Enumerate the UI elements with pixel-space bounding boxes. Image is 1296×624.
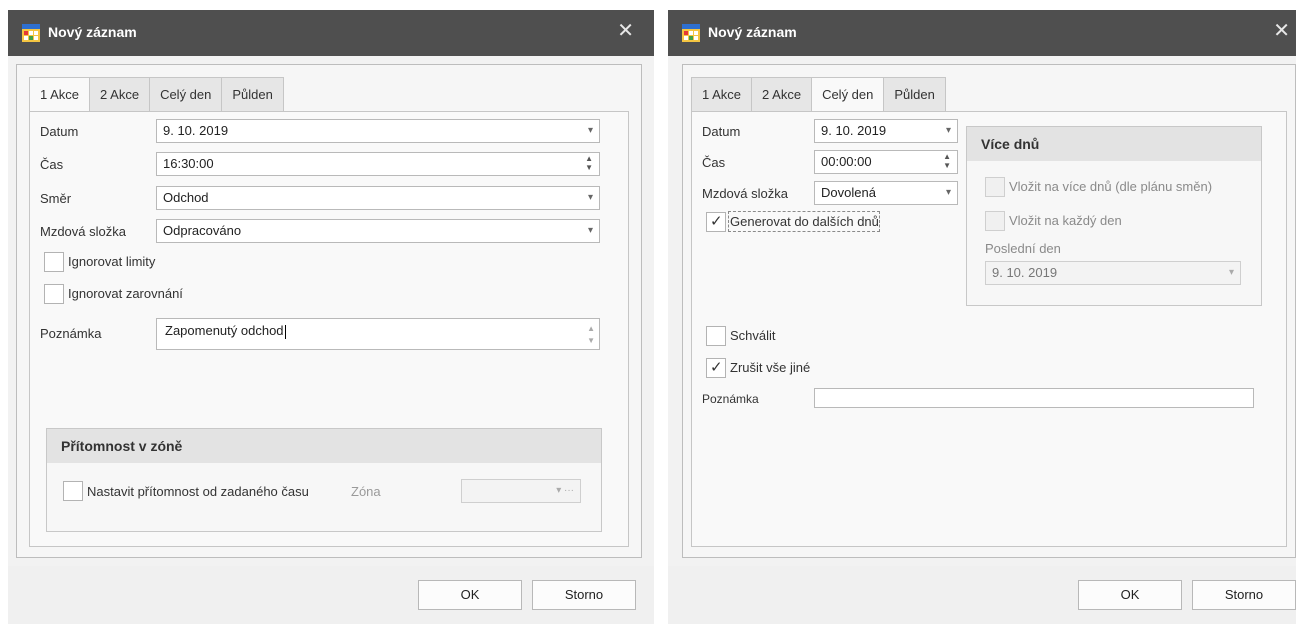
nastavit-pritomnost-checkbox[interactable] <box>63 481 83 501</box>
mzdova-slozka-value: Odpracováno <box>163 223 242 238</box>
mzdova-slozka-label: Mzdová složka <box>702 186 788 201</box>
nastavit-pritomnost-label[interactable]: Nastavit přítomnost od zadaného času <box>87 484 309 499</box>
zrusit-checkbox[interactable]: ✓ <box>706 358 726 378</box>
datum-label: Datum <box>40 124 79 139</box>
schvalit-checkbox[interactable] <box>706 326 726 346</box>
poznamka-input[interactable] <box>814 388 1254 408</box>
right-tab-strip: 1 Akce 2 Akce Celý den Půlden <box>691 77 946 113</box>
pritomnost-group: Přítomnost v zóně Nastavit přítomnost od… <box>46 428 602 532</box>
poznamka-label: Poznámka <box>702 392 759 406</box>
calendar-grid-icon <box>682 24 700 42</box>
zona-buttons-icon[interactable]: ▾ ··· <box>556 480 574 502</box>
vlozit-plan-label[interactable]: Vložit na více dnů (dle plánu směn) <box>1009 179 1212 194</box>
calendar-grid-icon <box>22 24 40 42</box>
mzdova-slozka-dropdown[interactable]: Dovolená ▾ <box>814 181 958 205</box>
ignorovat-zarovnani-checkbox[interactable] <box>44 284 64 304</box>
poznamka-label: Poznámka <box>40 326 102 341</box>
generovat-label[interactable]: Generovat do dalších dnů <box>728 211 880 232</box>
ignorovat-zarovnani-label[interactable]: Ignorovat zarovnání <box>68 286 183 301</box>
mzdova-slozka-dropdown[interactable]: Odpracováno ▾ <box>156 219 600 243</box>
posledni-den-value: 9. 10. 2019 <box>992 265 1058 280</box>
datum-value: 9. 10. 2019 <box>163 123 229 138</box>
datum-dropdown[interactable]: 9. 10. 2019 ▾ <box>156 119 600 143</box>
datum-dropdown[interactable]: 9. 10. 2019 ▾ <box>814 119 958 143</box>
chevron-down-icon[interactable]: ▾ <box>588 187 593 209</box>
pritomnost-group-title: Přítomnost v zóně <box>47 429 601 463</box>
left-dialog-titlebar: Nový záznam ✕ <box>8 10 654 56</box>
vice-dnu-group: Více dnů Vložit na více dnů (dle plánu s… <box>966 126 1262 306</box>
smer-value: Odchod <box>163 190 209 205</box>
cas-spinner[interactable]: 00:00:00 ▲ ▼ <box>814 150 958 174</box>
dialog-title: Nový záznam <box>708 24 797 40</box>
cas-value: 16:30:00 <box>163 156 214 171</box>
check-icon: ✓ <box>710 359 723 376</box>
tab-pulden[interactable]: Půlden <box>221 77 284 111</box>
left-dialog: Nový záznam ✕ 1 Akce 2 Akce Celý den Půl… <box>8 10 654 566</box>
poznamka-value: Zapomenutý odchod <box>165 323 284 338</box>
zrusit-label[interactable]: Zrušit vše jiné <box>730 360 810 375</box>
tab-1-akce[interactable]: 1 Akce <box>29 77 91 113</box>
posledni-den-label: Poslední den <box>985 241 1061 256</box>
right-button-strip: OK Storno <box>668 566 1296 624</box>
tab-cely-den[interactable]: Celý den <box>149 77 223 111</box>
tab-2-akce[interactable]: 2 Akce <box>751 77 813 111</box>
chevron-down-icon[interactable]: ▾ <box>1229 262 1234 284</box>
right-dialog: Nový záznam ✕ 1 Akce 2 Akce Celý den Půl… <box>668 10 1296 566</box>
datum-value: 9. 10. 2019 <box>821 123 887 138</box>
chevron-down-icon[interactable]: ▾ <box>946 182 951 204</box>
tab-pulden[interactable]: Půlden <box>883 77 946 111</box>
tab-2-akce[interactable]: 2 Akce <box>89 77 151 111</box>
mzdova-slozka-label: Mzdová složka <box>40 224 126 239</box>
dialog-title: Nový záznam <box>48 24 137 40</box>
cas-label: Čas <box>702 155 726 170</box>
zona-label: Zóna <box>351 484 381 499</box>
scroll-arrows-icon[interactable]: ▲ ▼ <box>587 323 595 347</box>
zona-dropdown[interactable]: ▾ ··· <box>461 479 581 503</box>
chevron-down-icon[interactable]: ▾ <box>588 120 593 142</box>
chevron-down-icon[interactable]: ▾ <box>588 220 593 242</box>
ok-button[interactable]: OK <box>1078 580 1182 610</box>
cas-label: Čas <box>40 157 64 172</box>
vlozit-plan-checkbox[interactable] <box>985 177 1005 197</box>
left-tab-body: Datum 9. 10. 2019 ▾ Čas 16:30:00 ▲ ▼ Směr… <box>29 111 629 547</box>
storno-button[interactable]: Storno <box>532 580 636 610</box>
generovat-checkbox[interactable]: ✓ <box>706 212 726 232</box>
right-tab-body: Datum 9. 10. 2019 ▾ Čas 00:00:00 ▲ ▼ Mzdo… <box>691 111 1287 547</box>
tab-cely-den[interactable]: Celý den <box>811 77 885 113</box>
close-icon[interactable]: ✕ <box>1273 21 1290 41</box>
smer-label: Směr <box>40 191 72 206</box>
left-content-panel: 1 Akce 2 Akce Celý den Půlden Datum 9. 1… <box>16 64 642 558</box>
poznamka-memo[interactable]: Zapomenutý odchod ▲ ▼ <box>156 318 600 350</box>
close-icon[interactable]: ✕ <box>617 21 634 41</box>
schvalit-label[interactable]: Schválit <box>730 328 776 343</box>
spin-arrows-icon[interactable]: ▲ ▼ <box>943 152 951 170</box>
text-caret <box>284 324 286 339</box>
smer-dropdown[interactable]: Odchod ▾ <box>156 186 600 210</box>
chevron-down-icon[interactable]: ▾ <box>946 120 951 142</box>
ignorovat-limity-checkbox[interactable] <box>44 252 64 272</box>
right-dialog-titlebar: Nový záznam ✕ <box>668 10 1296 56</box>
ignorovat-limity-label[interactable]: Ignorovat limity <box>68 254 155 269</box>
right-content-panel: 1 Akce 2 Akce Celý den Půlden Datum 9. 1… <box>682 64 1296 558</box>
left-tab-strip: 1 Akce 2 Akce Celý den Půlden <box>29 77 284 113</box>
vlozit-kazdy-checkbox[interactable] <box>985 211 1005 231</box>
left-button-strip: OK Storno <box>8 566 654 624</box>
cas-value: 00:00:00 <box>821 154 872 169</box>
vlozit-kazdy-label[interactable]: Vložit na každý den <box>1009 213 1122 228</box>
datum-label: Datum <box>702 124 741 139</box>
ok-button[interactable]: OK <box>418 580 522 610</box>
spin-arrows-icon[interactable]: ▲ ▼ <box>585 154 593 172</box>
check-icon: ✓ <box>710 213 723 230</box>
posledni-den-dropdown[interactable]: 9. 10. 2019 ▾ <box>985 261 1241 285</box>
mzdova-slozka-value: Dovolená <box>821 185 876 200</box>
cas-spinner[interactable]: 16:30:00 ▲ ▼ <box>156 152 600 176</box>
vice-dnu-title: Více dnů <box>967 127 1261 161</box>
tab-1-akce[interactable]: 1 Akce <box>691 77 753 111</box>
storno-button[interactable]: Storno <box>1192 580 1296 610</box>
